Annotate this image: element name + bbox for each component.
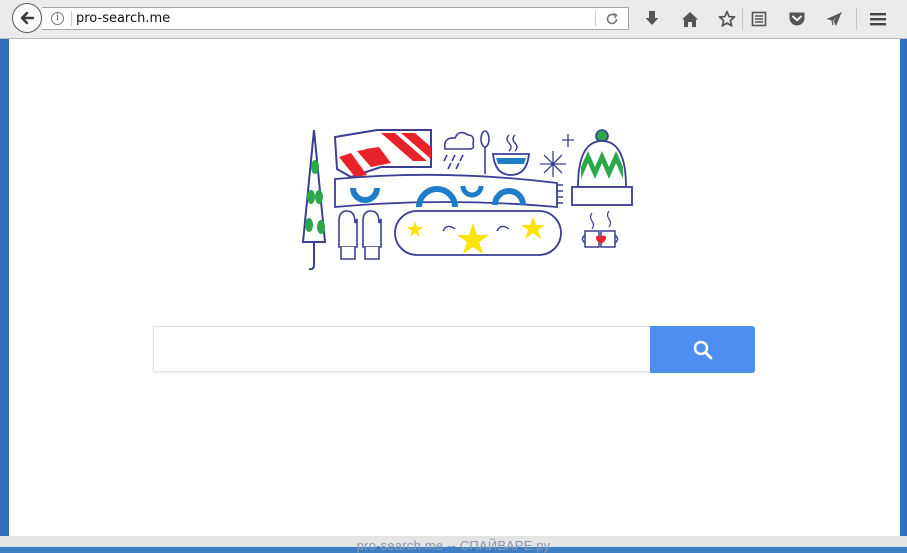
soup-bowl-illustration: [492, 134, 530, 176]
search-input-box[interactable]: [153, 326, 650, 372]
spoon-illustration: [480, 130, 490, 174]
url-separator: [71, 11, 72, 26]
bookmark-button[interactable]: [717, 9, 737, 29]
reader-list-button[interactable]: [749, 9, 769, 29]
mittens-illustration: [338, 210, 382, 260]
reload-icon[interactable]: [604, 11, 620, 27]
toolbar-separator: [856, 8, 857, 30]
snowboard-illustration: [394, 210, 562, 256]
winter-hat-illustration: [571, 129, 633, 206]
reload-separator: [595, 11, 596, 26]
star-icon: [718, 10, 736, 27]
scarf-illustration: [333, 129, 432, 179]
hamburger-menu-icon: [870, 13, 886, 26]
back-button[interactable]: [12, 3, 42, 33]
reader-list-icon: [751, 11, 767, 27]
send-arrow-icon: [826, 12, 842, 26]
pocket-icon: [789, 12, 805, 26]
snowflake-illustration: [540, 134, 574, 177]
winter-doodle-logo: [301, 129, 633, 271]
home-icon: [682, 11, 698, 27]
hot-mugs-illustration: [581, 210, 619, 248]
menu-button[interactable]: [868, 9, 888, 29]
page-content: [9, 39, 900, 536]
long-scarf-illustration: [334, 173, 563, 208]
watermark-text: pro-search.me -- СПАЙВАРЕ.ру: [356, 538, 551, 553]
download-icon: [645, 11, 659, 25]
home-button[interactable]: [680, 9, 700, 29]
toolbar-separator: [742, 8, 743, 30]
rain-cloud-illustration: [443, 131, 475, 170]
pocket-button[interactable]: [787, 9, 807, 29]
download-button[interactable]: [642, 9, 662, 29]
magnifier-icon: [693, 340, 712, 359]
send-button[interactable]: [824, 9, 844, 29]
search-button[interactable]: [650, 326, 755, 373]
info-icon[interactable]: i: [51, 12, 64, 25]
umbrella-illustration: [301, 129, 327, 271]
back-arrow-icon: [20, 11, 35, 25]
search-input[interactable]: [154, 327, 650, 371]
browser-toolbar: i pro-search.me: [0, 0, 907, 39]
browser-window: i pro-search.me pro-search.me -- СПАЙВАР…: [0, 0, 907, 553]
url-text[interactable]: pro-search.me: [76, 11, 170, 26]
address-bar[interactable]: i pro-search.me: [42, 7, 629, 30]
